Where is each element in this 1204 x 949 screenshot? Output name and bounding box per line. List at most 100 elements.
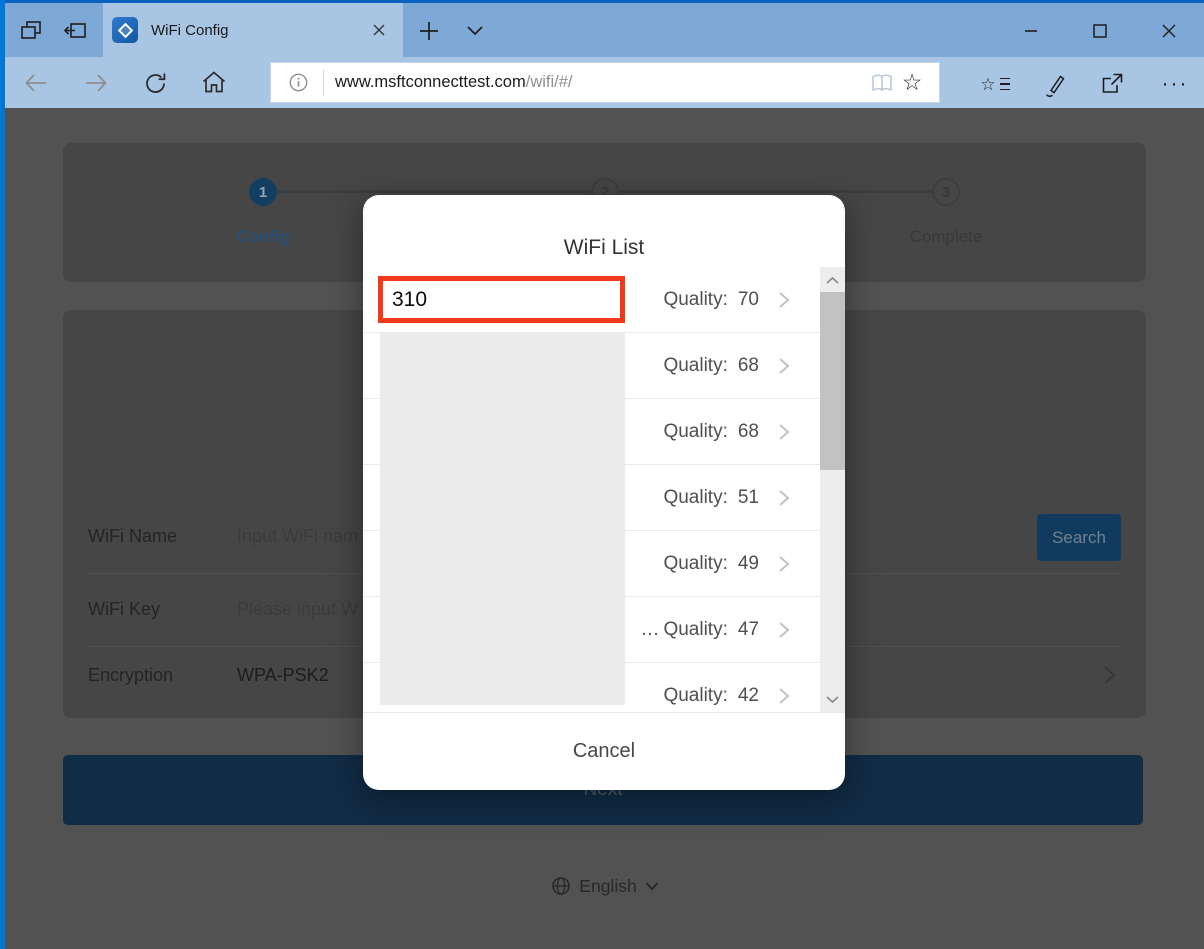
new-tab-button[interactable]: [410, 13, 448, 49]
back-button[interactable]: [19, 66, 53, 100]
web-note-button[interactable]: [1033, 67, 1075, 101]
quality-label: Quality:: [663, 553, 727, 575]
redacted-names-overlay: [380, 333, 625, 705]
browser-tab[interactable]: WiFi Config: [103, 3, 403, 57]
quality-label: Quality:: [663, 685, 727, 707]
browser-window: WiFi Config: [0, 0, 1204, 949]
quality-label: Quality:: [663, 355, 727, 377]
refresh-icon: [142, 70, 169, 97]
encryption-value: WPA-PSK2: [237, 665, 329, 686]
maximize-button[interactable]: [1077, 9, 1123, 53]
share-button[interactable]: [1091, 67, 1133, 101]
step-1-label: Config: [193, 227, 333, 247]
chevron-right-icon: [776, 356, 792, 376]
close-icon: [1162, 24, 1176, 38]
tab-preview-button[interactable]: [12, 13, 50, 49]
window-border-left: [0, 0, 5, 949]
chevron-right-icon: [776, 686, 792, 706]
favorites-hub-button[interactable]: ☆: [974, 67, 1016, 101]
chevron-right-icon: [776, 290, 792, 310]
plus-icon: [418, 20, 440, 42]
info-icon: [289, 73, 308, 92]
star-icon: ☆: [902, 71, 923, 94]
window-border-top: [0, 0, 1204, 3]
search-button[interactable]: Search: [1037, 514, 1121, 561]
wifi-list-modal: WiFi List 310 Quality: 70 Quality: 68: [363, 195, 845, 790]
wifi-ssid-field[interactable]: 310: [378, 276, 625, 323]
encryption-row-chevron[interactable]: [1098, 663, 1120, 692]
minimize-icon: [1025, 30, 1037, 33]
tab-preview-icon: [18, 18, 44, 44]
favicon-diamond-icon: [117, 22, 133, 38]
wifi-name-input[interactable]: Input WiFi nam: [237, 526, 358, 547]
chevron-right-icon: [776, 620, 792, 640]
wifi-name-label: WiFi Name: [88, 526, 177, 547]
forward-button[interactable]: [79, 66, 113, 100]
browser-toolbar: www.msftconnecttest.com /wifi/#/ ☆ ☆ ···: [0, 57, 1204, 108]
arrow-left-icon: [22, 69, 50, 97]
step-connector: [619, 190, 932, 193]
quality-label: Quality:: [663, 289, 727, 311]
quality-label: Quality:: [663, 487, 727, 509]
chevron-down-icon: [825, 695, 840, 704]
step-3-circle: 3: [932, 178, 960, 206]
chevron-right-icon: [776, 422, 792, 442]
scroll-up-button[interactable]: [820, 268, 845, 292]
ellipsis-icon: ···: [1162, 80, 1189, 88]
tab-close-button[interactable]: [365, 16, 393, 44]
step-1-circle: 1: [249, 178, 277, 206]
encryption-label: Encryption: [88, 665, 173, 686]
pen-icon: [1041, 71, 1068, 98]
scroll-down-button[interactable]: [820, 687, 845, 711]
modal-title: WiFi List: [363, 236, 845, 260]
wifi-ssid-value: 310: [392, 288, 427, 312]
chevron-down-icon: [645, 881, 659, 891]
divider: [323, 70, 324, 96]
quality-value: 68: [738, 421, 759, 443]
share-icon: [1099, 71, 1125, 97]
scrollbar-thumb[interactable]: [820, 292, 845, 470]
reading-view-button: [867, 68, 897, 98]
close-icon: [372, 23, 386, 37]
maximize-icon: [1093, 24, 1107, 38]
more-menu-button[interactable]: ···: [1154, 67, 1196, 101]
wifi-list-item[interactable]: 310 Quality: 70: [363, 267, 820, 333]
wifi-key-label: WiFi Key: [88, 599, 160, 620]
refresh-button[interactable]: [138, 66, 172, 100]
book-icon: [870, 71, 894, 95]
home-button[interactable]: [197, 66, 231, 100]
quality-label: Quality:: [663, 421, 727, 443]
cancel-button[interactable]: Cancel: [363, 713, 845, 789]
globe-icon: [551, 876, 571, 896]
chevron-right-icon: [776, 554, 792, 574]
home-icon: [200, 69, 228, 97]
site-info-button[interactable]: [283, 68, 313, 98]
tab-title: WiFi Config: [151, 22, 365, 39]
titlebar: WiFi Config: [0, 3, 1204, 57]
url-path: /wifi/#/: [526, 73, 573, 92]
modal-scrollbar[interactable]: [820, 267, 845, 712]
language-label: English: [579, 876, 636, 897]
close-window-button[interactable]: [1146, 9, 1192, 53]
address-bar[interactable]: www.msftconnecttest.com /wifi/#/ ☆: [270, 62, 940, 103]
step-connector: [277, 190, 591, 193]
minimize-button[interactable]: [1008, 9, 1054, 53]
set-tabs-aside-button[interactable]: [56, 13, 94, 49]
site-favicon: [112, 17, 138, 43]
chevron-right-icon: [1098, 663, 1120, 687]
step-3-label: Complete: [876, 227, 1016, 247]
quality-value: 70: [738, 289, 759, 311]
quality-value: 47: [738, 619, 759, 641]
set-tabs-aside-icon: [62, 18, 88, 44]
language-selector[interactable]: English: [505, 868, 705, 904]
quality-value: 49: [738, 553, 759, 575]
add-favorite-button[interactable]: ☆: [897, 68, 927, 98]
quality-value: 68: [738, 355, 759, 377]
arrow-right-icon: [82, 69, 110, 97]
tab-list-button[interactable]: [456, 13, 494, 49]
wifi-key-input[interactable]: Please input W: [237, 599, 358, 620]
truncated-name-ellipsis: …: [640, 619, 659, 641]
quality-value: 51: [738, 487, 759, 509]
chevron-right-icon: [776, 488, 792, 508]
hub-icon: ☆: [980, 76, 1009, 93]
